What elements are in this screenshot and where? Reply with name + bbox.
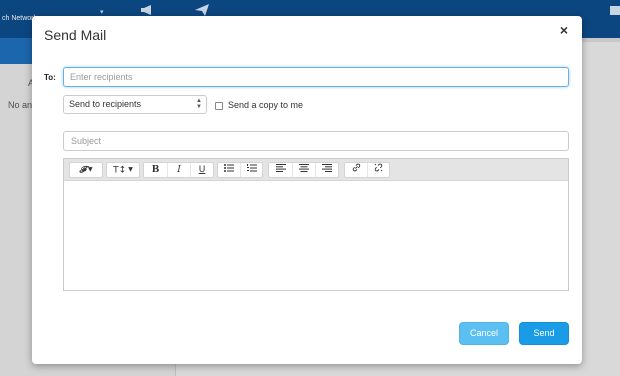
text-style-group: B I U (143, 162, 214, 178)
send-mode-select[interactable]: Send to recipients ▲ ▼ (63, 95, 207, 114)
send-copy-checkbox[interactable] (215, 102, 223, 110)
font-family-group: 𝓕 ▼ (69, 162, 103, 178)
to-label: To: (44, 73, 56, 82)
italic-button[interactable]: I (167, 163, 190, 177)
send-mode-selected: Send to recipients (69, 99, 142, 109)
align-right-button[interactable] (315, 163, 338, 177)
align-center-button[interactable] (292, 163, 315, 177)
insert-link-button[interactable] (345, 163, 367, 177)
remove-link-button[interactable] (367, 163, 389, 177)
select-arrows-icon: ▲ ▼ (196, 98, 202, 110)
recipients-input[interactable] (63, 67, 569, 87)
send-button[interactable]: Send (519, 322, 569, 345)
numbered-list-icon (246, 164, 257, 172)
align-left-button[interactable] (269, 163, 292, 177)
font-family-button[interactable]: 𝓕 ▼ (70, 163, 102, 177)
close-icon[interactable]: × (556, 22, 572, 38)
font-size-group: T↕ ▼ (106, 162, 140, 178)
alignment-group (268, 162, 339, 178)
send-copy-label[interactable]: Send a copy to me (228, 100, 303, 110)
cancel-button[interactable]: Cancel (459, 322, 509, 345)
font-size-button[interactable]: T↕ ▼ (107, 163, 139, 177)
numbered-list-button[interactable] (240, 163, 262, 177)
message-body[interactable] (64, 181, 568, 290)
list-group (217, 162, 263, 178)
align-center-icon (299, 164, 309, 172)
font-family-icon: 𝓕 (79, 165, 87, 176)
bold-button[interactable]: B (144, 163, 167, 177)
bullet-list-icon (224, 164, 234, 172)
message-editor: 𝓕 ▼ T↕ ▼ B I U (63, 158, 569, 291)
unlink-icon (374, 163, 383, 172)
align-right-icon (322, 164, 332, 172)
font-size-icon: T↕ (113, 165, 127, 176)
bullet-list-button[interactable] (218, 163, 240, 177)
send-mail-dialog: Send Mail × To: Send to recipients ▲▼ Se… (32, 16, 582, 364)
subject-input[interactable] (63, 131, 569, 151)
align-left-icon (275, 164, 286, 172)
dialog-title: Send Mail (44, 27, 107, 43)
editor-toolbar: 𝓕 ▼ T↕ ▼ B I U (64, 159, 568, 181)
underline-button[interactable]: U (190, 163, 213, 177)
link-icon (352, 163, 360, 172)
link-group (344, 162, 390, 178)
